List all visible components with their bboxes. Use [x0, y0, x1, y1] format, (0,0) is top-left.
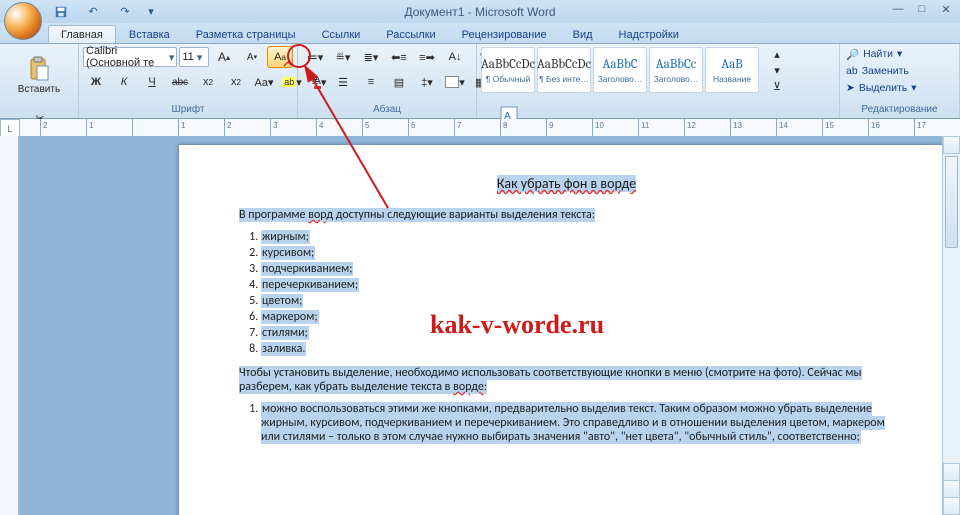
- paste-button[interactable]: Вставить: [14, 46, 64, 104]
- superscript-button[interactable]: x2: [223, 71, 249, 93]
- scroll-down-button[interactable]: [943, 463, 960, 481]
- styles-more[interactable]: ⊻: [764, 78, 790, 94]
- list-item: подчеркиванием;: [261, 262, 894, 276]
- underline-button[interactable]: Ч: [139, 71, 165, 93]
- style-item-2[interactable]: AaBbCЗаголово…: [593, 47, 647, 93]
- watermark-text: kak-v-worde.ru: [430, 310, 604, 340]
- shrink-font-button[interactable]: A▾: [239, 46, 265, 68]
- close-button[interactable]: ✕: [938, 3, 954, 16]
- select-button[interactable]: ➤Выделить ▾: [844, 80, 919, 96]
- bold-button[interactable]: Ж: [83, 71, 109, 93]
- cursor-icon: ➤: [846, 82, 855, 94]
- vertical-ruler[interactable]: [0, 136, 19, 515]
- tab-ссылки[interactable]: Ссылки: [309, 25, 374, 43]
- align-right-button[interactable]: ≡: [358, 71, 384, 93]
- change-case-button[interactable]: Aa▾: [251, 71, 277, 93]
- list-item: жирным;: [261, 230, 894, 244]
- grow-font-button[interactable]: A▴: [211, 46, 237, 68]
- tab-рецензирование[interactable]: Рецензирование: [449, 25, 560, 43]
- binoculars-icon: 🔎: [846, 48, 859, 61]
- list-item: перечеркиванием;: [261, 278, 894, 292]
- tab-главная[interactable]: Главная: [48, 25, 116, 43]
- list-item: заливка.: [261, 342, 894, 356]
- office-button[interactable]: [4, 2, 42, 40]
- sort-button[interactable]: A↓: [442, 46, 468, 68]
- style-item-3[interactable]: AaBbCcЗаголово…: [649, 47, 703, 93]
- find-button[interactable]: 🔎Найти ▾: [844, 46, 919, 62]
- horizontal-ruler[interactable]: 211234567891011121314151617: [20, 119, 960, 137]
- clear-formatting-button[interactable]: Aa: [267, 46, 293, 68]
- style-item-1[interactable]: AaBbCcDc¶ Без инте…: [537, 47, 591, 93]
- styles-row-down[interactable]: ▾: [764, 62, 790, 78]
- doc-heading: Как убрать фон в ворде: [239, 175, 894, 192]
- maximize-button[interactable]: □: [914, 3, 930, 16]
- next-page-button[interactable]: [943, 497, 960, 515]
- doc-para-1: В программе ворд доступны следующие вари…: [239, 208, 894, 222]
- scroll-thumb[interactable]: [945, 156, 958, 248]
- paste-label: Вставить: [18, 84, 60, 95]
- multilevel-button[interactable]: ≣▾: [358, 46, 384, 68]
- subscript-button[interactable]: x2: [195, 71, 221, 93]
- style-item-0[interactable]: AaBbCcDc¶ Обычный: [481, 47, 535, 93]
- list-item: цветом;: [261, 294, 894, 308]
- italic-button[interactable]: К: [111, 71, 137, 93]
- tab-вставка[interactable]: Вставка: [116, 25, 183, 43]
- list-item: можно воспользоваться этими же кнопками,…: [261, 402, 894, 444]
- decrease-indent-button[interactable]: ⬅≡: [386, 46, 412, 68]
- qat-save-icon[interactable]: [48, 4, 74, 20]
- prev-page-button[interactable]: [943, 480, 960, 498]
- tab-рассылки[interactable]: Рассылки: [373, 25, 448, 43]
- justify-button[interactable]: ▤: [386, 71, 412, 93]
- doc-para-2: Чтобы установить выделение, необходимо и…: [239, 366, 894, 394]
- strike-button[interactable]: abc: [167, 71, 193, 93]
- align-center-button[interactable]: ☰: [330, 71, 356, 93]
- font-name-combo[interactable]: Calibri (Основной те▾: [83, 47, 177, 67]
- style-item-4[interactable]: AaBНазвание: [705, 47, 759, 93]
- increase-indent-button[interactable]: ≡➡: [414, 46, 440, 68]
- qat-undo-icon[interactable]: ↶: [80, 4, 106, 20]
- list-item: курсивом;: [261, 246, 894, 260]
- font-group-label: Шрифт: [83, 103, 293, 117]
- tab-надстройки[interactable]: Надстройки: [606, 25, 692, 43]
- line-spacing-button[interactable]: ‡▾: [414, 71, 440, 93]
- tab-вид[interactable]: Вид: [560, 25, 606, 43]
- tab-разметка страницы[interactable]: Разметка страницы: [183, 25, 309, 43]
- replace-button[interactable]: abЗаменить: [844, 63, 919, 79]
- scroll-up-button[interactable]: [943, 136, 960, 154]
- bullets-button[interactable]: ≔▾: [302, 46, 328, 68]
- styles-row-up[interactable]: ▴: [764, 46, 790, 62]
- align-left-button[interactable]: ≡: [302, 71, 328, 93]
- vertical-scrollbar[interactable]: [942, 136, 960, 515]
- font-size-combo[interactable]: 11▾: [179, 47, 209, 67]
- shading-button[interactable]: ▾: [442, 71, 468, 93]
- numbering-button[interactable]: ≝▾: [330, 46, 356, 68]
- paragraph-group-label: Абзац: [302, 103, 472, 117]
- replace-icon: ab: [846, 65, 858, 77]
- editing-group-label: Редактирование: [844, 103, 955, 117]
- minimize-button[interactable]: —: [890, 3, 906, 16]
- qat-dropdown-icon[interactable]: ▾: [144, 5, 158, 19]
- qat-redo-icon[interactable]: ↷: [112, 4, 138, 20]
